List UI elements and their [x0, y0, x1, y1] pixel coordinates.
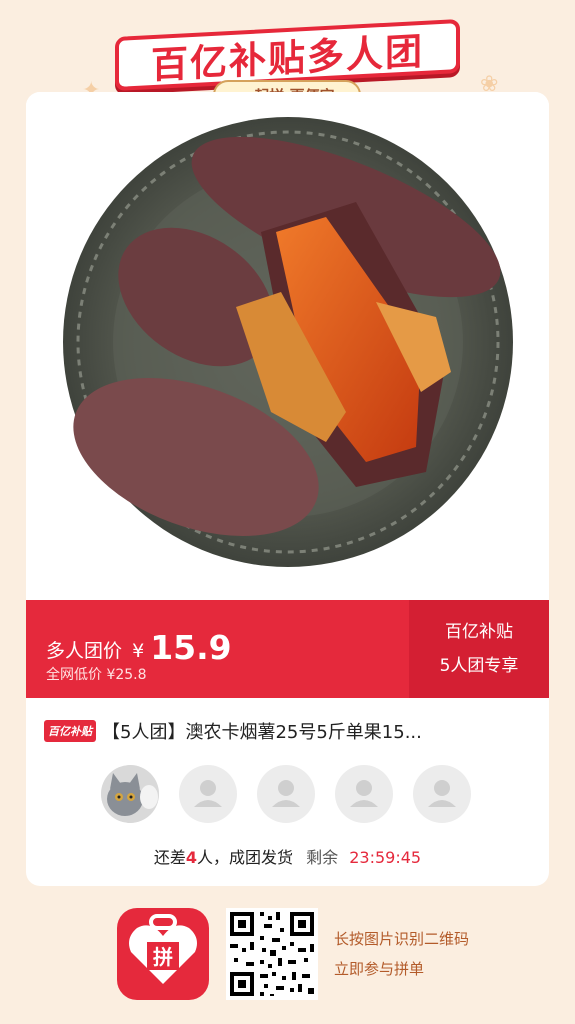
product-card[interactable]: 多人团价 ¥ 15.9 全网低价 ¥25.8 百亿补贴 5人团专享 百亿补贴 【… [26, 92, 549, 886]
promo-line-2: 5人团专享 [439, 656, 519, 676]
pinduoduo-logo-icon: 拼 [117, 908, 209, 1000]
avatar-placeholder[interactable] [413, 765, 471, 823]
user-placeholder-icon [350, 780, 378, 807]
product-title-row[interactable]: 百亿补贴 【5人团】澳农卡烟薯25号5斤单果15... [44, 718, 534, 744]
missing-count: 4 [185, 848, 198, 867]
logo-char: 拼 [153, 945, 173, 969]
group-price-label: 多人团价 [46, 640, 123, 662]
product-photo [26, 92, 549, 600]
user-placeholder-icon [272, 780, 300, 807]
group-members [101, 765, 471, 823]
group-price-value: 15.9 [150, 628, 232, 667]
remain-label: 剩余 [306, 848, 339, 867]
subsidy-tag: 百亿补贴 [44, 720, 96, 742]
group-price: 多人团价 ¥ 15.9 [46, 626, 232, 667]
avatar-placeholder[interactable] [179, 765, 237, 823]
footer-line-1: 长按图片识别二维码 [334, 930, 470, 948]
promo-line-1: 百亿补贴 [445, 622, 513, 642]
product-title[interactable]: 【5人团】澳农卡烟薯25号5斤单果15... [102, 718, 422, 744]
original-price: 全网低价 ¥25.8 [46, 667, 147, 683]
user-placeholder-icon [194, 780, 222, 807]
countdown-timer: 23:59:45 [349, 848, 422, 867]
group-status: 还差4人，成团发货 剩余 23:59:45 [26, 844, 549, 868]
status-prefix: 还差 [153, 848, 186, 867]
app-logo-graphic: 拼 [129, 914, 197, 984]
avatar-placeholder[interactable] [257, 765, 315, 823]
avatar-member-cat[interactable] [101, 765, 159, 823]
avatar-placeholder[interactable] [335, 765, 393, 823]
promo-badge: 百亿补贴 5人团专享 [409, 600, 549, 698]
qr-code [226, 908, 318, 1000]
footer-line-2: 立即参与拼单 [334, 960, 425, 978]
user-placeholder-icon [428, 780, 456, 807]
status-suffix: 人，成团发货 [197, 848, 294, 867]
currency-symbol: ¥ [132, 640, 145, 662]
cat-avatar-icon [101, 765, 159, 823]
footer-instructions: 长按图片识别二维码 立即参与拼单 [334, 924, 469, 984]
price-bar: 多人团价 ¥ 15.9 全网低价 ¥25.8 百亿补贴 5人团专享 [26, 600, 549, 698]
